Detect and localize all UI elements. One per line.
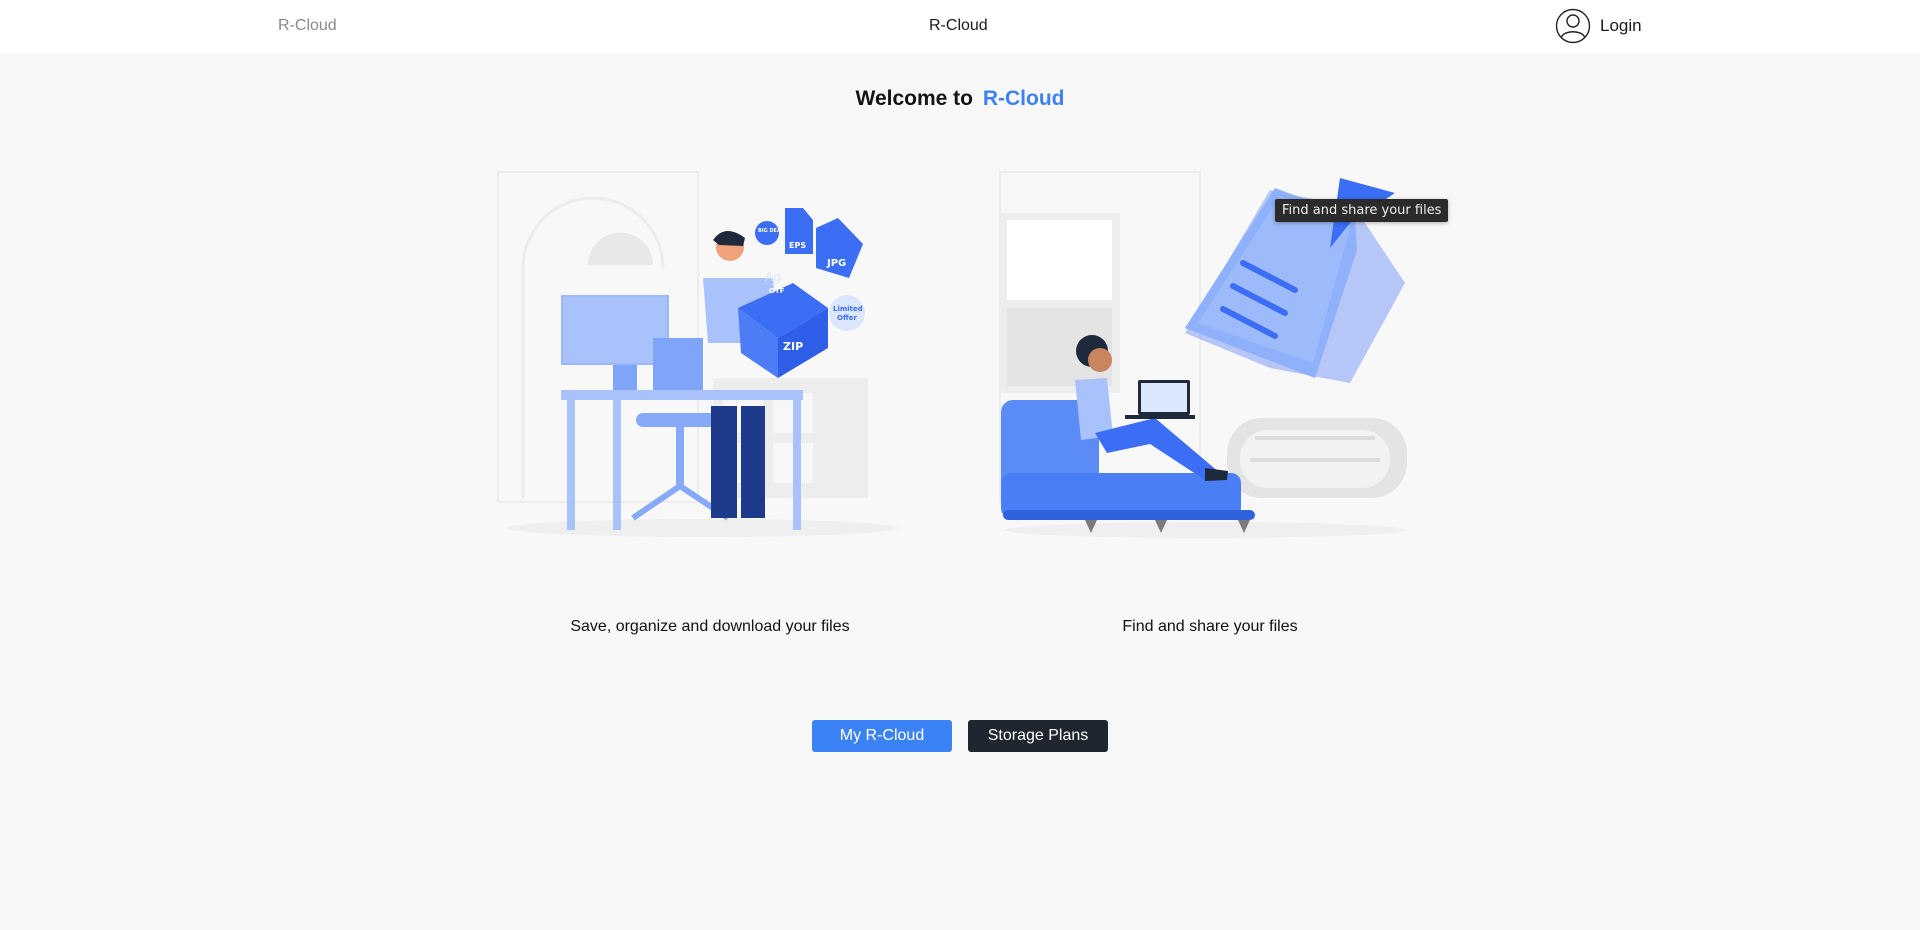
welcome-prefix: Welcome to (855, 87, 973, 110)
login-button[interactable]: Login (1555, 8, 1642, 44)
welcome-brand: R-Cloud (982, 87, 1065, 110)
tooltip: Find and share your files (1275, 199, 1449, 222)
svg-text:Limited: Limited (833, 305, 863, 313)
brand-link-left[interactable]: R-Cloud (278, 17, 337, 35)
svg-text:BIG DEAL: BIG DEAL (758, 228, 785, 234)
svg-text:Ag: Ag (765, 270, 781, 284)
feature-caption-save: Save, organize and download your files (570, 618, 850, 635)
svg-text:Offer: Offer (837, 314, 857, 322)
login-label: Login (1600, 16, 1642, 35)
my-rcloud-button[interactable]: My R-Cloud (812, 720, 952, 752)
svg-text:JPG: JPG (826, 258, 846, 269)
person-on-sofa-with-laptop-illustration (999, 171, 1407, 538)
storage-plans-button[interactable]: Storage Plans (968, 720, 1108, 752)
svg-text:EPS: EPS (789, 241, 806, 250)
user-circle-icon (1555, 8, 1591, 44)
svg-text:OTF: OTF (769, 287, 785, 295)
brand-title-center[interactable]: R-Cloud (929, 17, 988, 35)
person-with-file-box-illustration: ZIP Ag OTF BIG DEAL EPS JPG Limited Offe… (497, 171, 898, 537)
top-navbar: R-Cloud R-Cloud Login (0, 0, 1920, 53)
svg-text:ZIP: ZIP (783, 340, 803, 353)
welcome-heading: Welcome to R-Cloud (0, 87, 1920, 111)
feature-caption-share: Find and share your files (1122, 618, 1298, 635)
